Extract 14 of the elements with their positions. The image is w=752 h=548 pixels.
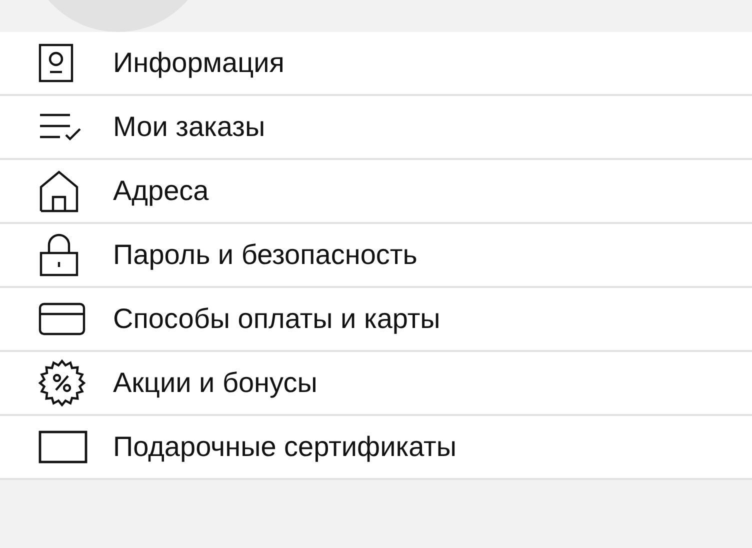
checklist-icon xyxy=(38,112,84,142)
discount-badge-icon xyxy=(38,359,86,407)
menu-item[interactable]: Адреса xyxy=(0,160,752,224)
menu-item[interactable]: Пароль и безопасность xyxy=(0,224,752,288)
credit-card-icon xyxy=(38,302,86,336)
menu-item[interactable]: Информация xyxy=(0,32,752,96)
menu-item[interactable]: Подарочные сертификаты xyxy=(0,416,752,480)
menu-item[interactable]: Акции и бонусы xyxy=(0,352,752,416)
lock-icon xyxy=(38,233,80,277)
certificate-icon xyxy=(38,430,88,464)
id-card-icon xyxy=(38,43,76,83)
menu-item[interactable]: Способы оплаты и карты xyxy=(0,288,752,352)
house-icon xyxy=(38,169,80,213)
menu-item[interactable]: Мои заказы xyxy=(0,96,752,160)
